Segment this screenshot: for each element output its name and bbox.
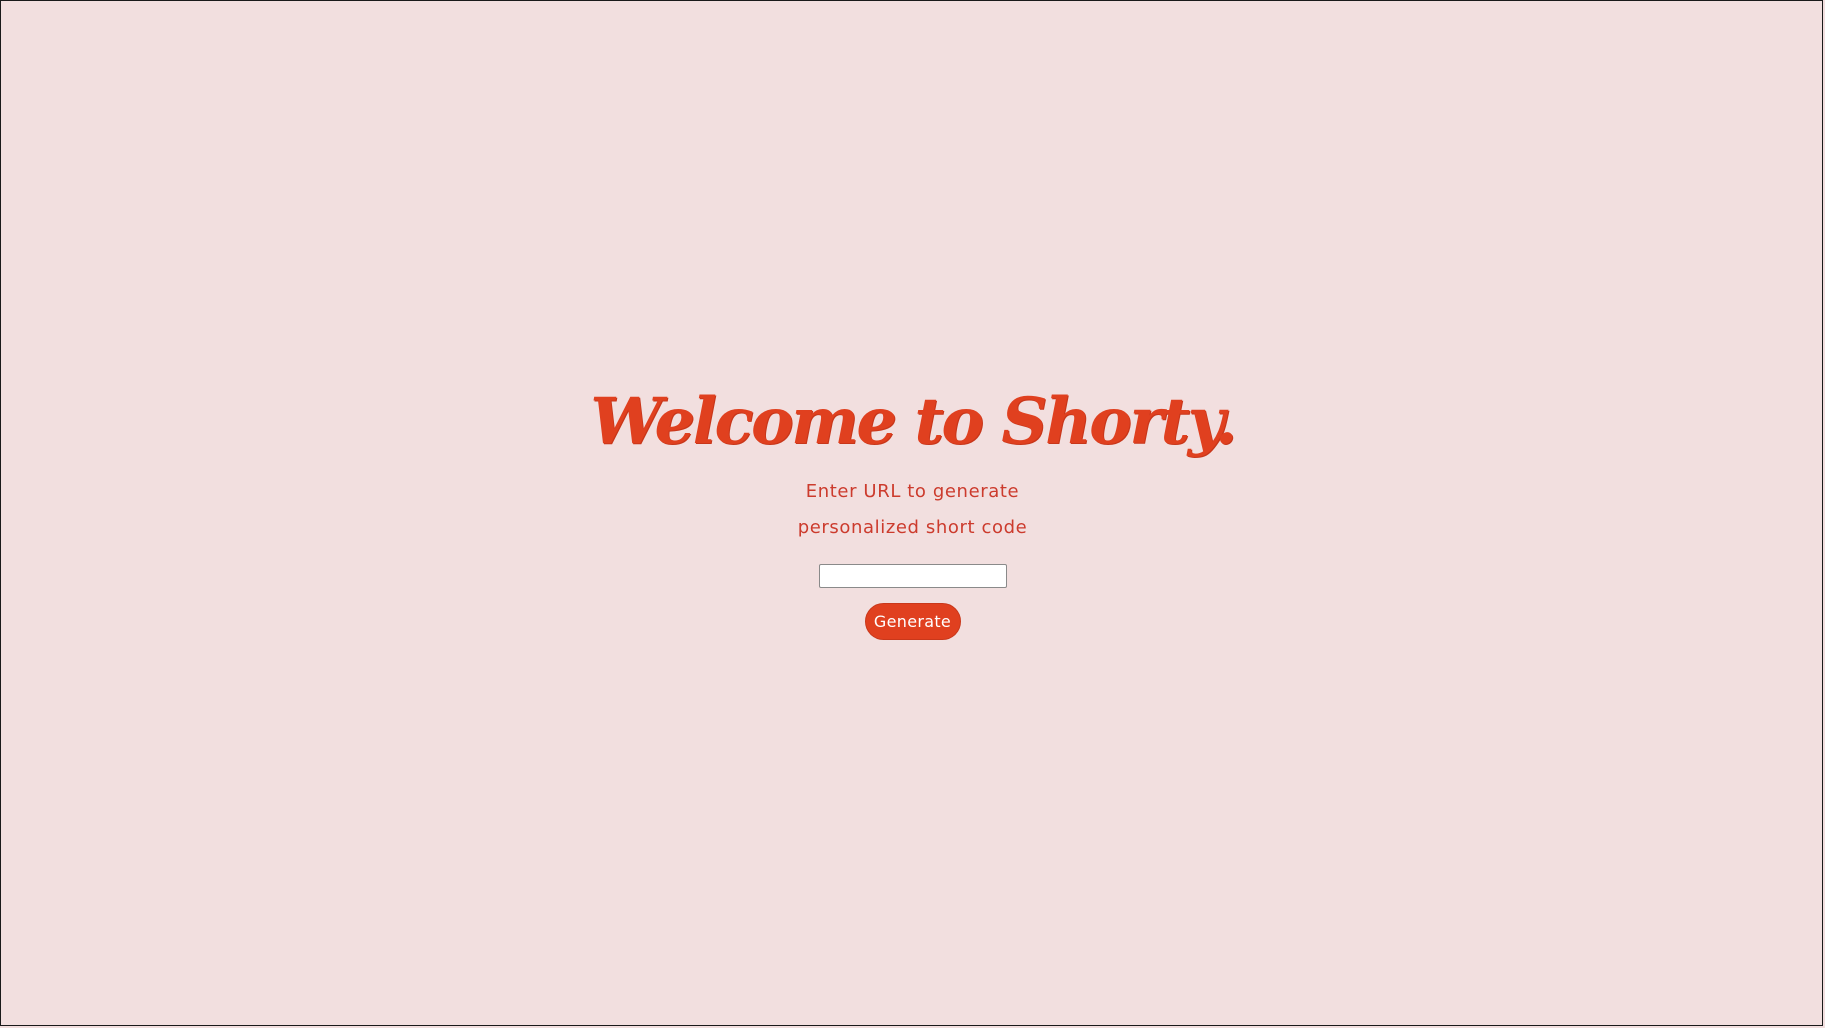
generate-button[interactable]: Generate — [864, 603, 961, 640]
instructions-line-2: personalized short code — [797, 517, 1028, 538]
instructions-line-1: Enter URL to generate — [805, 481, 1020, 502]
instructions-text: Enter URL to generate personalized short… — [798, 474, 1028, 546]
hero-section: Welcome to Shorty. Enter URL to generate… — [0, 382, 1825, 640]
page-title: Welcome to Shorty. — [590, 384, 1237, 459]
url-input[interactable] — [818, 564, 1007, 588]
